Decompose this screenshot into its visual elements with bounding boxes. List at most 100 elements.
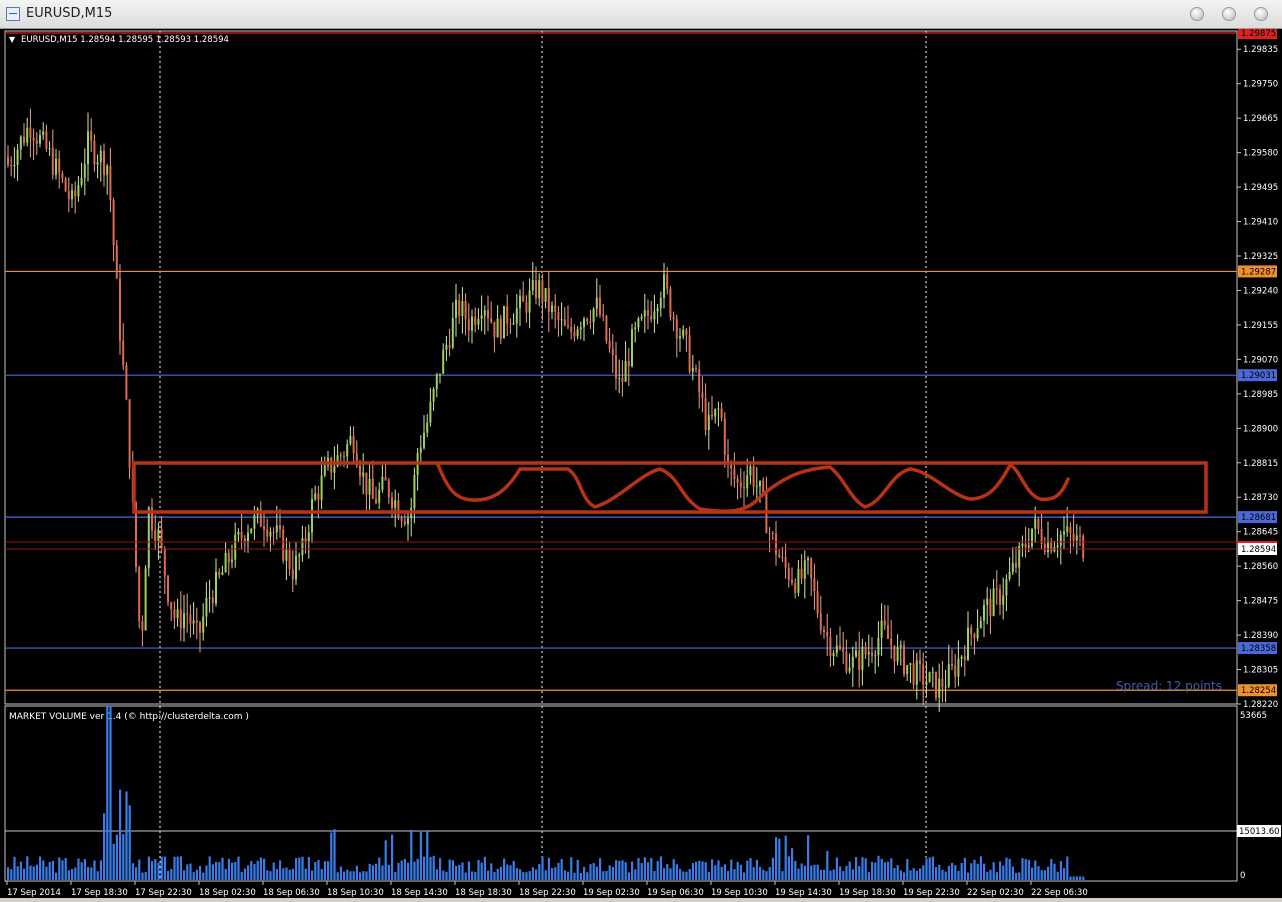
candle-body <box>330 457 333 473</box>
candle-body <box>10 165 13 167</box>
candle-body <box>61 173 64 179</box>
candle-body <box>861 646 864 670</box>
volume-bar <box>381 865 384 880</box>
volume-bar <box>912 868 915 880</box>
candle-body <box>125 365 128 400</box>
volume-bar <box>426 831 429 880</box>
volume-bar <box>938 864 941 880</box>
candle-body <box>586 318 589 322</box>
volume-bar <box>480 862 483 880</box>
candle-body <box>954 665 957 677</box>
candle-body <box>791 579 793 583</box>
volume-bar <box>291 868 294 880</box>
volume-bar <box>803 865 806 880</box>
volume-bar <box>87 866 90 880</box>
volume-bar <box>125 791 128 880</box>
volume-bar <box>896 865 899 880</box>
chart-area[interactable]: ▼ EURUSD,M15 1.28594 1.28595 1.28593 1.2… <box>0 27 1282 898</box>
candle-body <box>839 645 841 649</box>
volume-bar <box>647 862 650 880</box>
volume-bar <box>839 866 842 880</box>
candle-body <box>269 531 272 537</box>
restore-icon[interactable] <box>1222 7 1236 21</box>
volume-bar <box>531 867 534 880</box>
volume-bar <box>736 861 739 880</box>
candle-body <box>890 638 893 646</box>
level-price-label: 1.29875 <box>1241 29 1276 39</box>
minimize-icon[interactable] <box>1190 7 1204 21</box>
volume-bar <box>179 856 182 880</box>
volume-bar <box>1063 868 1066 880</box>
close-icon[interactable] <box>1254 7 1268 21</box>
volume-bar <box>403 859 406 880</box>
candle-body <box>173 609 176 619</box>
volume-bar <box>355 865 358 880</box>
candle-body <box>179 609 182 628</box>
candle-body <box>826 632 829 637</box>
volume-bar <box>147 856 150 880</box>
candle-body <box>467 319 470 331</box>
candle-body <box>64 178 67 192</box>
volume-bar <box>346 869 349 880</box>
volume-bar <box>746 860 749 880</box>
volume-bar <box>378 857 381 880</box>
candle-body <box>343 456 345 458</box>
candle-body <box>835 645 838 654</box>
candle-body <box>490 318 493 322</box>
volume-bar <box>784 835 787 880</box>
chart-triangle-icon[interactable]: ▼ <box>9 35 16 44</box>
volume-bar <box>48 862 51 880</box>
candle-body <box>221 572 224 575</box>
candle-body <box>685 329 688 336</box>
candle-body <box>877 637 880 656</box>
volume-bar <box>413 861 416 880</box>
candle-body <box>211 597 214 604</box>
volume-bar <box>269 871 272 880</box>
candle-body <box>35 140 38 144</box>
candle-body <box>128 399 131 468</box>
volume-bar <box>816 864 819 880</box>
volume-bar <box>359 872 362 880</box>
candle-body <box>947 664 950 687</box>
candle-body <box>871 652 873 657</box>
volume-bar <box>39 856 42 880</box>
candle-body <box>983 604 985 621</box>
candle-body <box>800 568 803 579</box>
candle-body <box>333 466 336 473</box>
volume-bar <box>874 862 877 880</box>
volume-bar <box>899 870 902 880</box>
price-tick-label: 1.29835 <box>1243 45 1278 55</box>
candle-body <box>1050 541 1053 552</box>
candle-body <box>823 630 825 633</box>
volume-bar <box>144 871 147 880</box>
candle-body <box>637 318 640 328</box>
candle-body <box>736 479 739 483</box>
candle-body <box>666 274 669 289</box>
volume-bar <box>826 850 829 880</box>
candle-body <box>570 326 573 332</box>
price-chart[interactable]: ▼ EURUSD,M15 1.28594 1.28595 1.28593 1.2… <box>0 27 1282 898</box>
title-bar[interactable]: EURUSD,M15 <box>0 0 1282 29</box>
candle-body <box>819 613 822 631</box>
volume-bar <box>669 868 672 880</box>
price-tick-label: 1.28475 <box>1243 597 1278 607</box>
volume-bar <box>352 871 355 880</box>
volume-bar <box>477 859 480 880</box>
volume-bar <box>992 862 995 880</box>
candle-body <box>608 341 611 349</box>
candle-body <box>579 327 582 330</box>
candle-body <box>477 318 480 325</box>
candle-body <box>1047 541 1049 553</box>
volume-bar <box>314 861 317 880</box>
candle-body <box>48 148 51 150</box>
candle-body <box>429 401 432 423</box>
time-tick-label: 19 Sep 18:30 <box>839 888 896 898</box>
volume-bar <box>432 855 435 880</box>
candle-body <box>119 278 121 341</box>
volume-bar <box>247 865 250 880</box>
volume-bar <box>295 858 298 880</box>
candle-body <box>51 148 54 175</box>
candle-body <box>698 369 701 393</box>
candle-body <box>752 466 755 487</box>
volume-bar <box>1059 861 1062 880</box>
